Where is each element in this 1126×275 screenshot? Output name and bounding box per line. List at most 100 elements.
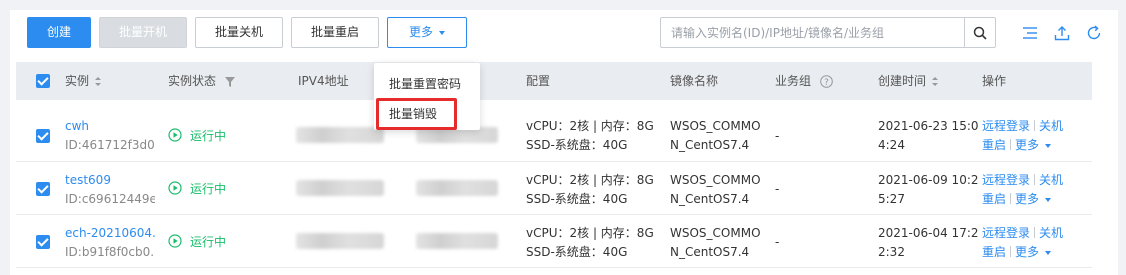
divider <box>1010 246 1012 257</box>
actions-line2: 重启 更多 <box>982 136 1052 154</box>
business-group: - <box>775 235 780 249</box>
row-checkbox[interactable] <box>36 182 50 196</box>
row-more-link[interactable]: 更多 <box>1015 245 1052 259</box>
instance-id: ID:b91f8f0cb0... <box>65 245 155 259</box>
created-time-line1: 2021-06-04 17:2 <box>878 226 979 240</box>
actions-line2: 重启 更多 <box>982 243 1052 261</box>
divider <box>1034 120 1036 131</box>
status-text: 运行中 <box>190 129 227 143</box>
highlight-annotation-box <box>376 98 457 130</box>
sort-icon[interactable] <box>932 77 939 86</box>
config-spec: vCPU：2核 | 内存：8G <box>526 226 654 240</box>
config-disk: SSD-系统盘：40G <box>526 192 628 206</box>
image-name-line1: WSOS_COMMO <box>670 173 761 187</box>
caret-down-icon <box>1045 143 1052 148</box>
search-icon <box>973 26 987 40</box>
divider <box>1010 139 1012 150</box>
row-more-link[interactable]: 更多 <box>1015 138 1052 152</box>
image-name-line2: N_CentOS7.4 <box>670 192 750 206</box>
shutdown-link[interactable]: 关机 <box>1039 226 1063 240</box>
created-time-line2: 4:24 <box>878 138 905 152</box>
image-name-line2: N_CentOS7.4 <box>670 138 750 152</box>
row-more-label: 更多 <box>1015 245 1040 259</box>
actions-line1: 远程登录 关机 <box>982 224 1063 242</box>
restart-link[interactable]: 重启 <box>982 245 1006 259</box>
status-text: 运行中 <box>190 235 227 249</box>
actions-line1: 远程登录 关机 <box>982 171 1063 189</box>
running-icon <box>168 128 182 142</box>
more-label: 更多 <box>408 25 433 39</box>
create-button[interactable]: 创建 <box>27 17 91 48</box>
column-config: 配置 <box>526 74 551 88</box>
table-row: ech-20210604... ID:b91f8f0cb0... 运行中 vCP… <box>16 215 1092 268</box>
row-more-link[interactable]: 更多 <box>1015 192 1052 206</box>
config-disk: SSD-系统盘：40G <box>526 245 628 259</box>
instance-name-link[interactable]: ech-20210604... <box>65 224 157 242</box>
column-image: 镜像名称 <box>670 74 719 88</box>
menu-item-batch-reset-password[interactable]: 批量重置密码 <box>374 69 480 99</box>
column-group-label: 业务组 <box>775 74 812 88</box>
image-name-line1: WSOS_COMMO <box>670 119 761 133</box>
list-icon[interactable] <box>1021 24 1039 42</box>
instance-id: ID:c69612449e... <box>65 192 155 206</box>
created-time-line1: 2021-06-09 10:2 <box>878 173 979 187</box>
column-status-label: 实例状态 <box>168 74 217 88</box>
remote-login-link[interactable]: 远程登录 <box>982 119 1030 133</box>
restart-link[interactable]: 重启 <box>982 192 1006 206</box>
table-header: 实例 实例状态 IPV4地址 配置 镜像名称 业务组 ? 创建时间 操作 <box>16 62 1092 100</box>
status-cell: 运行中 <box>168 233 226 251</box>
column-status[interactable]: 实例状态 <box>168 62 235 100</box>
config-disk: SSD-系统盘：40G <box>526 138 628 152</box>
column-actions: 操作 <box>982 74 1007 88</box>
remote-login-link[interactable]: 远程登录 <box>982 226 1030 240</box>
sort-icon[interactable] <box>95 77 102 86</box>
status-cell: 运行中 <box>168 180 226 198</box>
batch-shutdown-button[interactable]: 批量关机 <box>195 17 283 48</box>
caret-down-icon <box>1045 250 1052 255</box>
business-group: - <box>775 182 780 196</box>
instance-id: ID:461712f3d0... <box>65 138 155 152</box>
shutdown-link[interactable]: 关机 <box>1039 173 1063 187</box>
instance-name-link[interactable]: test609 <box>65 171 111 189</box>
instance-name-link[interactable]: cwh <box>65 117 89 135</box>
more-dropdown-button[interactable]: 更多 <box>387 17 467 48</box>
config-spec: vCPU：2核 | 内存：8G <box>526 119 654 133</box>
created-time-line1: 2021-06-23 15:0 <box>878 119 979 133</box>
ip-address-redacted <box>296 233 384 249</box>
shutdown-link[interactable]: 关机 <box>1039 119 1063 133</box>
row-checkbox[interactable] <box>36 235 50 249</box>
row-checkbox[interactable] <box>36 129 50 143</box>
refresh-icon[interactable] <box>1085 24 1103 42</box>
batch-start-button[interactable]: 批量开机 <box>99 17 187 48</box>
config-spec: vCPU：2核 | 内存：8G <box>526 173 654 187</box>
column-created-label: 创建时间 <box>878 74 927 88</box>
status-cell: 运行中 <box>168 127 226 145</box>
image-name-line2: N_CentOS7.4 <box>670 245 750 259</box>
divider <box>1034 227 1036 238</box>
upload-icon[interactable] <box>1053 24 1071 42</box>
business-group: - <box>775 129 780 143</box>
actions-line1: 远程登录 关机 <box>982 117 1063 135</box>
running-icon <box>168 181 182 195</box>
column-instance[interactable]: 实例 <box>65 62 102 100</box>
actions-line2: 重启 更多 <box>982 190 1052 208</box>
caret-down-icon <box>1045 197 1052 202</box>
help-icon[interactable]: ? <box>820 75 833 88</box>
batch-restart-button[interactable]: 批量重启 <box>291 17 379 48</box>
running-icon <box>168 234 182 248</box>
filter-icon[interactable] <box>224 76 235 87</box>
search-button[interactable] <box>964 18 995 47</box>
ip-address-redacted <box>296 180 384 196</box>
search-box <box>660 17 996 48</box>
created-time-line2: 5:27 <box>878 192 905 206</box>
row-more-label: 更多 <box>1015 192 1040 206</box>
restart-link[interactable]: 重启 <box>982 138 1006 152</box>
column-instance-label: 实例 <box>65 74 90 88</box>
column-created[interactable]: 创建时间 <box>878 62 939 100</box>
select-all-checkbox[interactable] <box>36 74 50 88</box>
column-group: 业务组 ? <box>775 62 833 100</box>
svg-text:?: ? <box>824 78 829 88</box>
remote-login-link[interactable]: 远程登录 <box>982 173 1030 187</box>
image-name-line1: WSOS_COMMO <box>670 226 761 240</box>
search-input[interactable] <box>661 18 965 47</box>
